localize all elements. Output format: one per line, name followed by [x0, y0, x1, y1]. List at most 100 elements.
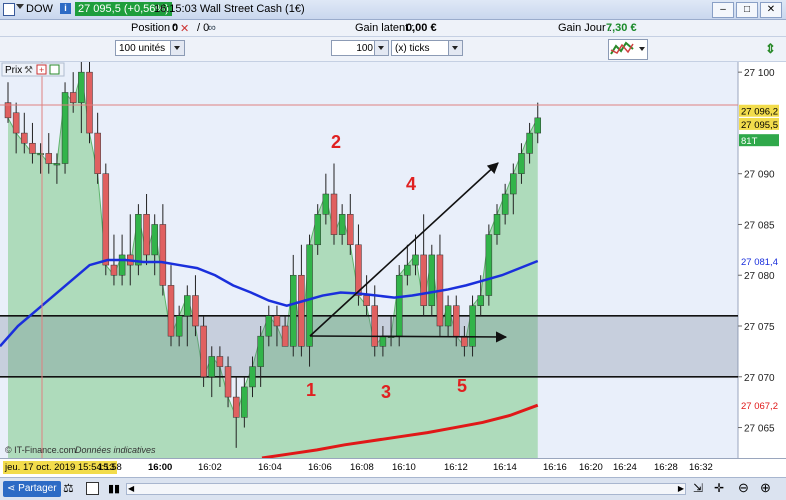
candle-body — [21, 132, 28, 144]
units-select-value: 100 unités — [119, 43, 166, 54]
share-icon: ⋖ — [7, 483, 16, 494]
symbol-dropdown-icon[interactable] — [16, 4, 24, 9]
candle-body — [379, 335, 387, 347]
chevron-down-icon — [639, 47, 645, 51]
disclaimer-text: Données indicatives — [75, 445, 156, 455]
panel-label: Prix — [5, 65, 22, 76]
ticks-value-input[interactable]: 100 — [331, 40, 389, 56]
time-label: 16:28 — [654, 462, 678, 473]
chart-area[interactable]: 27 100 27 090 27 085 27 080 27 075 27 070 27 0… — [0, 62, 786, 460]
horizontal-scrollbar[interactable]: ◀ ▶ — [126, 483, 686, 495]
candle — [61, 82, 69, 174]
candle-body — [151, 224, 158, 256]
candle — [102, 163, 110, 276]
candle-body — [485, 234, 493, 296]
annotation-3: 3 — [381, 382, 391, 402]
candle-body — [510, 173, 517, 195]
candle-body — [404, 264, 411, 276]
candle-body — [273, 315, 281, 327]
maximize-button[interactable]: □ — [736, 2, 758, 18]
blue-ma-marker: 27 081,4 — [741, 257, 778, 268]
trend-arrow-flat[interactable] — [309, 331, 508, 343]
wrench-icon[interactable]: ⚒ — [24, 65, 33, 76]
candle-body — [395, 274, 403, 337]
level-layer — [0, 315, 738, 378]
copyright-text: © IT-Finance.com — [5, 445, 76, 455]
candle — [428, 244, 436, 316]
scroll-left-icon[interactable]: ◀ — [128, 484, 134, 493]
candle-body — [428, 254, 436, 306]
window-title: 16:15:03 Wall Street Cash (1€) — [154, 3, 305, 15]
price-chart[interactable]: 27 100 27 090 27 085 27 080 27 075 27 070 27 0… — [0, 62, 786, 460]
time-label: 16:06 — [308, 462, 332, 473]
candle-body — [69, 92, 77, 103]
candle-body — [322, 193, 330, 215]
candle-body — [184, 295, 191, 317]
candle-body — [224, 366, 232, 398]
zoom-out-icon[interactable]: ⊖ — [738, 480, 749, 496]
stepper-icon[interactable] — [374, 41, 388, 55]
indicator-button[interactable] — [608, 39, 648, 60]
candle-body — [61, 92, 69, 164]
close-button[interactable]: ✕ — [760, 2, 782, 18]
plus-glyph: + — [39, 65, 44, 75]
annotation-4: 4 — [406, 174, 416, 194]
chart-type-icon — [610, 41, 634, 55]
zoom-in-icon[interactable]: ⊕ — [760, 480, 771, 496]
time-label: 16:00 — [148, 462, 173, 473]
symbol-name[interactable]: DOW — [26, 3, 53, 15]
candle-body — [78, 71, 85, 103]
candle-body — [526, 132, 533, 154]
time-label: 16:14 — [493, 462, 517, 473]
bars-icon[interactable]: ▮▮ — [108, 482, 120, 495]
chevron-down-icon — [448, 41, 462, 55]
candle — [200, 315, 207, 387]
candle-body — [208, 356, 215, 378]
price-label: 27 085 — [744, 220, 775, 231]
analysis-icon[interactable]: ⚖ — [63, 481, 74, 495]
crosshair-icon[interactable]: ✛ — [714, 481, 724, 495]
candle-body — [118, 254, 126, 276]
link-icon[interactable]: ∞ — [208, 22, 216, 34]
table-icon[interactable] — [86, 482, 99, 495]
expand-icon[interactable]: ⇕ — [765, 41, 776, 57]
candle-body — [110, 264, 118, 276]
current-price-marker: 27 095,5 — [741, 120, 778, 131]
candle — [135, 204, 142, 276]
pointer-icon[interactable]: ⇲ — [693, 481, 703, 495]
candle — [485, 224, 493, 306]
candle-body — [534, 117, 541, 134]
candle-body — [518, 153, 525, 174]
share-button[interactable]: ⋖ Partager — [3, 481, 61, 497]
candle-body — [477, 295, 484, 306]
move-panel-icon[interactable] — [49, 64, 60, 75]
ticks-value: 100 — [356, 43, 373, 54]
candle-body — [200, 325, 207, 378]
time-label: 16:08 — [350, 462, 374, 473]
units-select[interactable]: 100 unités — [115, 40, 185, 56]
menu-icon[interactable] — [3, 3, 15, 16]
candle-body — [493, 214, 501, 235]
last-price-marker: 27 096,2 — [741, 107, 778, 118]
price-label: 27 065 — [744, 424, 775, 435]
candle-body — [338, 214, 346, 235]
info-icon[interactable]: i — [60, 3, 71, 14]
ticks-select[interactable]: (x) ticks — [391, 40, 463, 56]
time-label: 16:02 — [198, 462, 222, 473]
position-bar: Position : 0 ✕ / 0 ∞ Gain latent : 0,00 … — [0, 20, 786, 37]
close-position-icon[interactable]: ✕ — [180, 22, 189, 35]
minimize-button[interactable]: – — [712, 2, 734, 18]
chevron-down-icon — [170, 41, 184, 55]
candle-body — [265, 315, 273, 337]
candle-body — [241, 386, 248, 418]
candle-body — [232, 396, 240, 418]
position-value: 0 — [172, 22, 179, 34]
ticks-select-value: (x) ticks — [395, 43, 430, 54]
title-bar: DOW i 27 095,5 (+0,56%) 16:15:03 Wall St… — [0, 0, 786, 20]
candle-body — [461, 335, 468, 347]
candle-body — [314, 214, 321, 246]
candle-body — [355, 244, 362, 296]
scroll-right-icon[interactable]: ▶ — [678, 484, 684, 493]
candle-body — [37, 153, 44, 156]
gain-latent-value: 0,00 € — [406, 22, 437, 34]
